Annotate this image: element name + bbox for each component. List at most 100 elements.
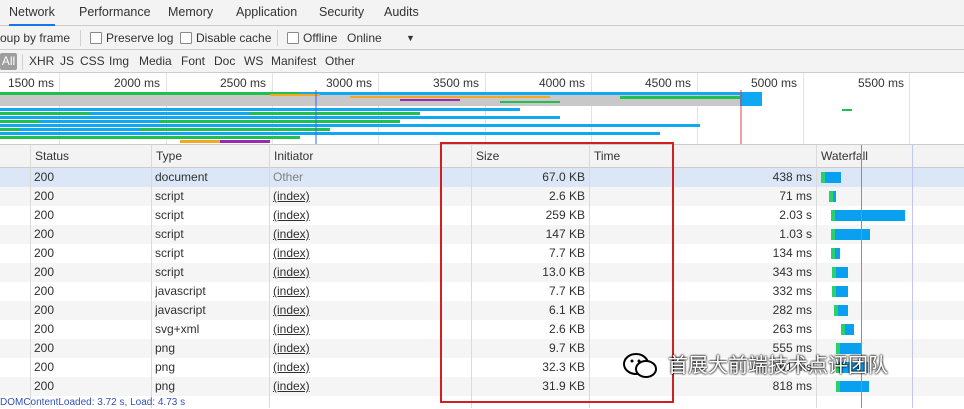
cell-initiator[interactable]: (index) bbox=[273, 187, 463, 206]
cell-type: script bbox=[155, 227, 184, 241]
column-divider bbox=[30, 145, 31, 408]
toolbar-divider bbox=[277, 30, 278, 46]
waterfall-download-bar bbox=[837, 305, 848, 316]
cell-status: 200 bbox=[34, 246, 55, 260]
cell-initiator[interactable]: (index) bbox=[273, 301, 463, 320]
waterfall-download-bar bbox=[834, 229, 870, 240]
waterfall-download-bar bbox=[824, 172, 842, 183]
overview-bar bbox=[842, 109, 852, 111]
overview-tick-label: 1500 ms bbox=[8, 76, 55, 90]
overview-bar bbox=[90, 112, 250, 115]
watermark-text: 首展大前端技术点评团队 bbox=[668, 355, 888, 377]
overview-tick-label: 5000 ms bbox=[751, 76, 798, 90]
cell-initiator[interactable]: (index) bbox=[273, 339, 463, 358]
cell-initiator[interactable]: (index) bbox=[273, 206, 463, 225]
devtools-tab-bar: Network Performance Memory Application S… bbox=[0, 0, 964, 26]
cell-status: 200 bbox=[34, 208, 55, 222]
overview-tick-label: 4500 ms bbox=[645, 76, 692, 90]
overview-tick-label: 3000 ms bbox=[326, 76, 373, 90]
cell-initiator[interactable]: (index) bbox=[273, 282, 463, 301]
overview-bar bbox=[500, 101, 560, 103]
filter-divider bbox=[22, 54, 23, 70]
cell-status: 200 bbox=[34, 170, 55, 184]
preserve-log-checkbox[interactable] bbox=[90, 32, 102, 44]
column-header-waterfall[interactable]: Waterfall bbox=[816, 145, 964, 167]
tab-network[interactable]: Network bbox=[9, 0, 55, 26]
cell-status: 200 bbox=[34, 360, 55, 374]
offline-checkbox[interactable] bbox=[287, 32, 299, 44]
filter-manifest[interactable]: Manifest bbox=[271, 50, 316, 73]
throttling-select[interactable]: Online bbox=[347, 26, 382, 50]
tab-memory[interactable]: Memory bbox=[168, 0, 213, 25]
cell-type: script bbox=[155, 246, 184, 260]
waterfall-download-bar bbox=[833, 191, 837, 202]
overview-bar bbox=[400, 99, 460, 101]
overview-bar bbox=[40, 120, 160, 123]
overview-bar bbox=[0, 108, 520, 111]
offline-label[interactable]: Offline bbox=[303, 26, 337, 50]
toolbar-divider bbox=[80, 30, 81, 46]
overview-tick-label: 2000 ms bbox=[114, 76, 161, 90]
cell-type: png bbox=[155, 360, 176, 374]
cell-initiator[interactable]: (index) bbox=[273, 358, 463, 377]
overview-bar bbox=[0, 92, 300, 95]
cell-initiator[interactable]: (index) bbox=[273, 225, 463, 244]
tab-performance[interactable]: Performance bbox=[79, 0, 151, 25]
overview-tick-label: 3500 ms bbox=[433, 76, 480, 90]
cell-initiator[interactable]: (index) bbox=[273, 377, 463, 396]
overview-tick-label: 5500 ms bbox=[858, 76, 905, 90]
tab-security[interactable]: Security bbox=[319, 0, 364, 25]
cell-initiator[interactable]: (index) bbox=[273, 320, 463, 339]
filter-media[interactable]: Media bbox=[139, 50, 172, 73]
overview-bar bbox=[300, 92, 760, 95]
cell-type: script bbox=[155, 265, 184, 279]
filter-js[interactable]: JS bbox=[60, 50, 74, 73]
cell-initiator: Other bbox=[273, 170, 304, 184]
cell-status: 200 bbox=[34, 189, 55, 203]
overview-bar bbox=[180, 140, 220, 143]
column-divider bbox=[151, 145, 152, 408]
network-toolbar: oup by frame Preserve log Disable cache … bbox=[0, 26, 964, 50]
status-bar-text: DOMContentLoaded: 3.72 s, Load: 4.73 s bbox=[0, 397, 186, 408]
overview-bar bbox=[0, 124, 700, 127]
filter-img[interactable]: Img bbox=[109, 50, 129, 73]
filter-css[interactable]: CSS bbox=[80, 50, 105, 73]
cell-type: script bbox=[155, 189, 184, 203]
overview-bar bbox=[350, 96, 550, 98]
cell-type: svg+xml bbox=[155, 322, 200, 336]
cell-initiator[interactable]: (index) bbox=[273, 244, 463, 263]
cell-type: png bbox=[155, 379, 176, 393]
overview-bar bbox=[20, 128, 140, 131]
wechat-icon bbox=[623, 353, 657, 378]
filter-xhr[interactable]: XHR bbox=[29, 50, 54, 73]
column-divider bbox=[269, 145, 270, 408]
preserve-log-label[interactable]: Preserve log bbox=[106, 26, 173, 50]
cell-status: 200 bbox=[34, 341, 55, 355]
load-line bbox=[912, 145, 913, 408]
tab-application[interactable]: Application bbox=[236, 0, 297, 25]
filter-doc[interactable]: Doc bbox=[214, 50, 235, 73]
filter-font[interactable]: Font bbox=[181, 50, 205, 73]
cell-status: 200 bbox=[34, 227, 55, 241]
cell-type: javascript bbox=[155, 303, 206, 317]
filter-ws[interactable]: WS bbox=[244, 50, 263, 73]
tab-audits[interactable]: Audits bbox=[384, 0, 419, 25]
filter-all[interactable]: All bbox=[0, 53, 17, 70]
column-header-type[interactable]: Type bbox=[151, 145, 269, 167]
overview-waterfall-graph bbox=[0, 90, 852, 144]
cell-initiator[interactable]: (index) bbox=[273, 263, 463, 282]
disable-cache-checkbox[interactable] bbox=[180, 32, 192, 44]
cell-status: 200 bbox=[34, 303, 55, 317]
overview-bar bbox=[740, 92, 762, 106]
overview-bar bbox=[0, 136, 300, 139]
chevron-down-icon[interactable]: ▼ bbox=[406, 26, 415, 50]
filter-other[interactable]: Other bbox=[325, 50, 355, 73]
column-header-status[interactable]: Status bbox=[30, 145, 151, 167]
disable-cache-label[interactable]: Disable cache bbox=[196, 26, 271, 50]
waterfall-download-bar bbox=[834, 248, 840, 259]
group-by-frame-label[interactable]: oup by frame bbox=[0, 26, 70, 50]
network-overview[interactable]: 1500 ms 2000 ms 2500 ms 3000 ms 3500 ms … bbox=[0, 73, 964, 145]
overview-tick-label: 4000 ms bbox=[539, 76, 586, 90]
overview-tick-label: 2500 ms bbox=[220, 76, 267, 90]
filter-bar: All XHR JS CSS Img Media Font Doc WS Man… bbox=[0, 50, 964, 73]
